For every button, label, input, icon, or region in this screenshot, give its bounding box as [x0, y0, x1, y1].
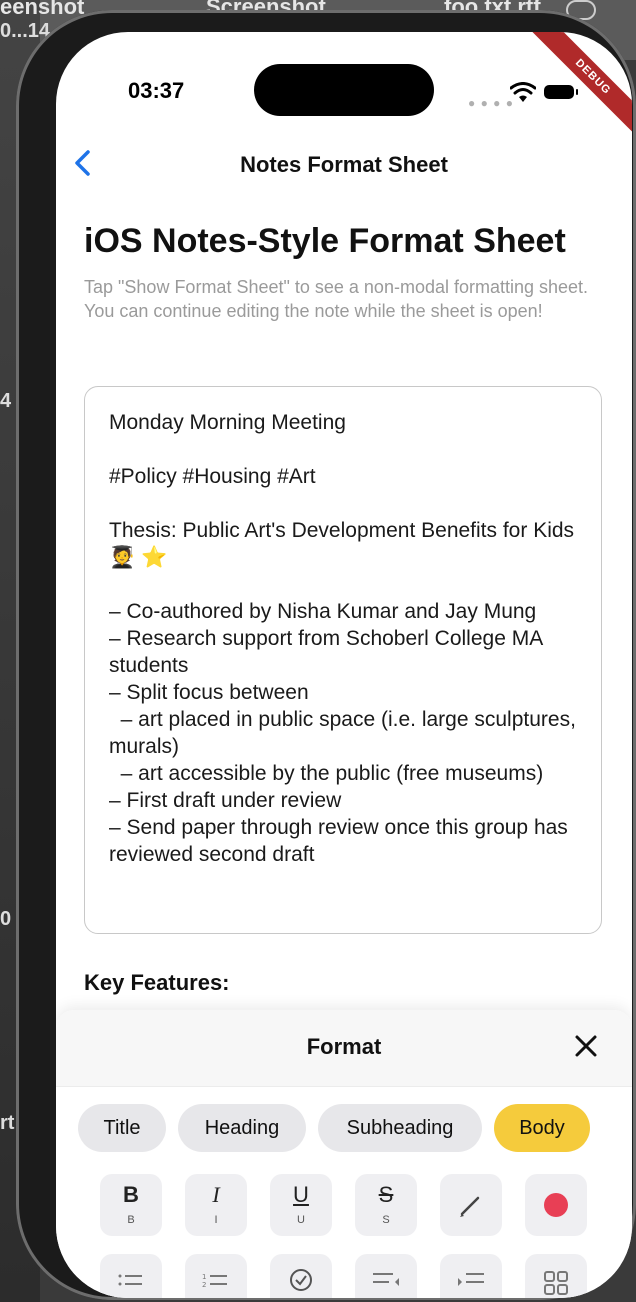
bulleted-list-icon [118, 1274, 142, 1286]
note-editor[interactable]: Monday Morning Meeting #Policy #Housing … [84, 386, 602, 934]
bulleted-list-button[interactable] [100, 1254, 162, 1298]
pen-icon [460, 1196, 480, 1217]
battery-icon [544, 85, 578, 99]
status-time: 03:37 [128, 78, 185, 103]
italic-icon: I [212, 1182, 220, 1207]
style-title-button[interactable]: Title [78, 1104, 166, 1152]
desktop-file-label: 4 [0, 390, 12, 412]
key-features-heading: Key Features: [84, 970, 230, 995]
record-color-icon [544, 1193, 568, 1217]
indent-icon [458, 1273, 484, 1286]
wifi-icon [510, 82, 536, 102]
italic-label: I [214, 1214, 218, 1226]
strikethrough-icon: S [378, 1182, 394, 1207]
style-heading-button[interactable]: Heading [178, 1104, 306, 1152]
desktop-file-label: 0 [0, 908, 12, 930]
color-button[interactable] [525, 1174, 587, 1236]
numbered-list-button[interactable]: 1 2 [185, 1254, 247, 1298]
page-title: iOS Notes-Style Format Sheet [84, 222, 566, 260]
underline-icon: U [293, 1182, 309, 1207]
desktop-file-label: rt [0, 1112, 15, 1134]
phone-screen: 03:37 ● ● ● ● DEBUG Notes Format Sheet i… [56, 32, 632, 1298]
style-body-button[interactable]: Body [494, 1104, 590, 1152]
page-subtitle: Tap "Show Format Sheet" to see a non-mod… [84, 277, 589, 321]
page-content: iOS Notes-Style Format Sheet Tap "Show F… [84, 222, 604, 323]
italic-button[interactable]: I I [185, 1174, 247, 1236]
style-subheading-button[interactable]: Subheading [318, 1104, 482, 1152]
bold-label: B [127, 1214, 135, 1226]
signal-icon: ● ● ● ● [468, 96, 514, 110]
bold-button[interactable]: B B [100, 1174, 162, 1236]
close-icon[interactable] [572, 1032, 600, 1060]
checklist-icon [290, 1269, 312, 1291]
outdent-icon [373, 1273, 399, 1286]
note-text[interactable]: Monday Morning Meeting #Policy #Housing … [109, 409, 585, 868]
table-grid-icon [544, 1271, 568, 1295]
navigation-bar: Notes Format Sheet [56, 132, 632, 196]
strikethrough-button[interactable]: S S [355, 1174, 417, 1236]
checklist-button[interactable] [270, 1254, 332, 1298]
phone-frame: 03:37 ● ● ● ● DEBUG Notes Format Sheet i… [16, 10, 636, 1300]
nav-title: Notes Format Sheet [240, 152, 448, 177]
underline-label: U [297, 1214, 305, 1226]
pen-button[interactable] [440, 1174, 502, 1236]
numbered-list-icon: 1 2 [202, 1273, 227, 1289]
outdent-button[interactable] [355, 1254, 417, 1298]
svg-text:1: 1 [202, 1273, 206, 1281]
dynamic-island [254, 64, 434, 116]
svg-text:2: 2 [202, 1281, 206, 1289]
desktop-file-label[interactable]: eenshot [0, 0, 84, 20]
strikethrough-label: S [382, 1214, 390, 1226]
underline-button[interactable]: U U [270, 1174, 332, 1236]
format-sheet-title: Format [306, 1034, 382, 1059]
bold-icon: B [123, 1182, 139, 1207]
format-sheet: Format Title Heading Subheading Body B B… [56, 1010, 632, 1298]
indent-button[interactable] [440, 1254, 502, 1298]
table-button[interactable] [525, 1254, 587, 1298]
format-sheet-header: Format [56, 1010, 632, 1087]
